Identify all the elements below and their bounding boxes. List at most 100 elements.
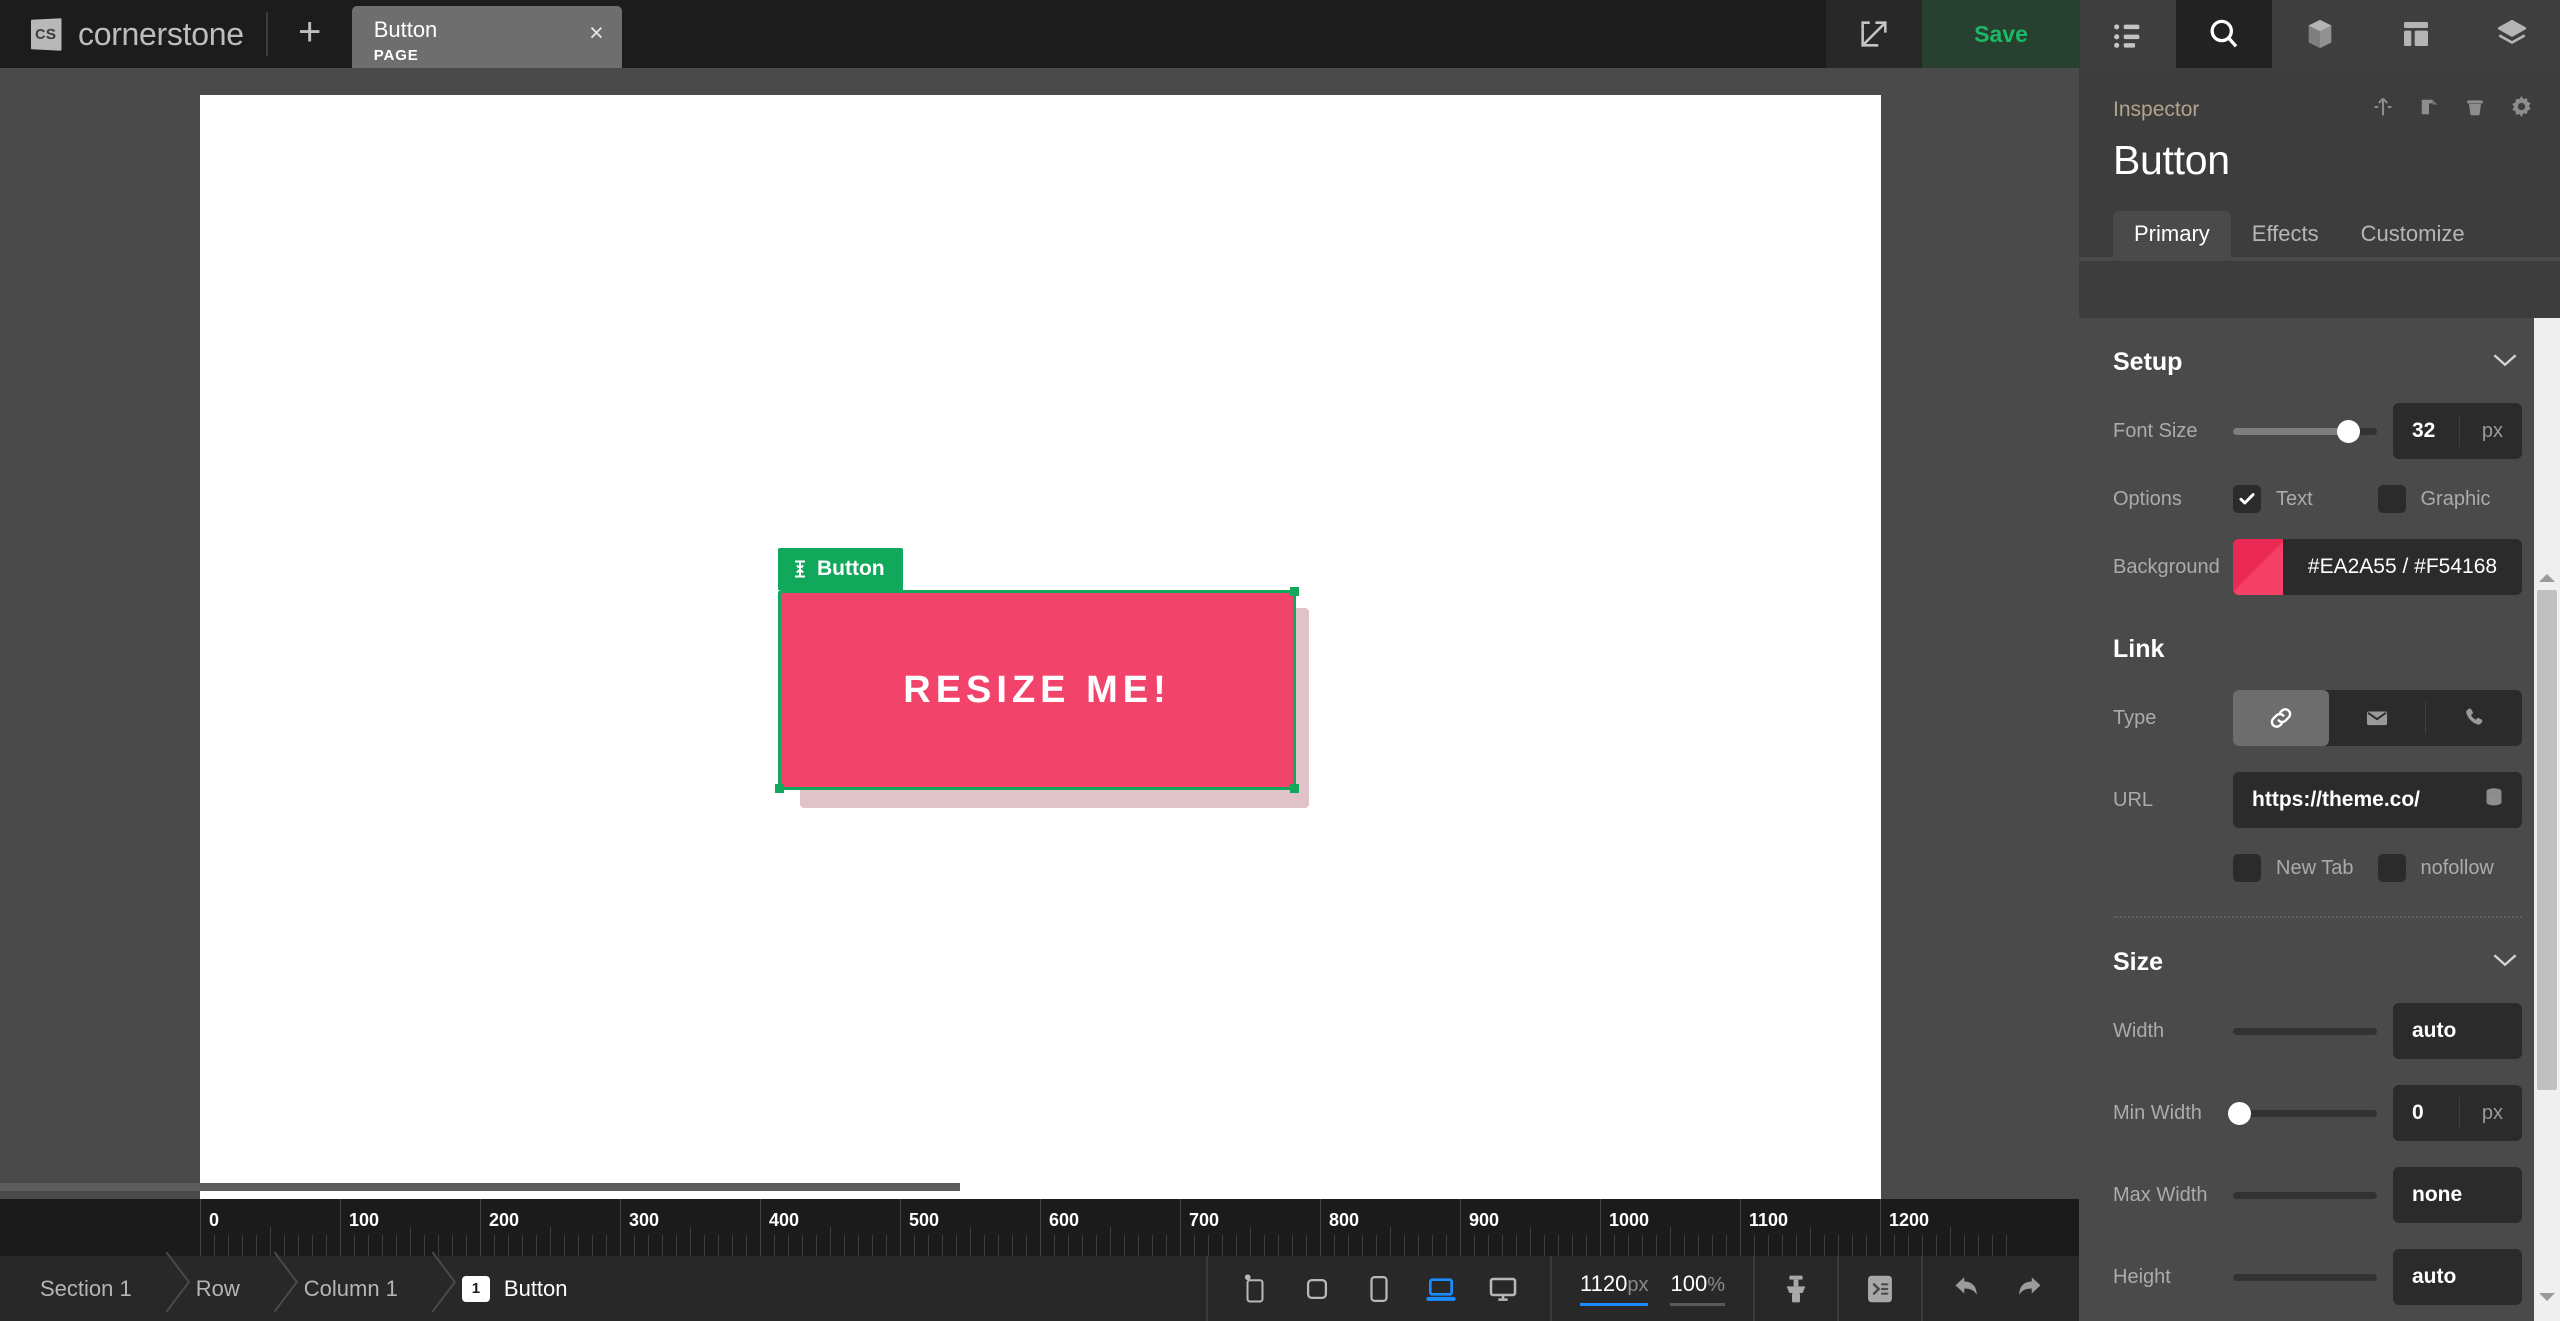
ruler-minor-tick: [312, 1235, 313, 1256]
list-icon[interactable]: [2080, 0, 2176, 68]
row-font-size: Font Size 32 px: [2113, 403, 2522, 459]
option-text-checkbox[interactable]: [2233, 485, 2261, 513]
font-size-slider[interactable]: [2233, 428, 2377, 435]
page-canvas[interactable]: Button RESIZE ME!: [200, 95, 1881, 1226]
width-field[interactable]: auto: [2393, 1003, 2522, 1059]
scroll-down-icon[interactable]: [2539, 1293, 2555, 1301]
new-tab-checkbox[interactable]: [2233, 854, 2261, 882]
height-field[interactable]: auto: [2393, 1249, 2522, 1305]
breadcrumb-item-column-1[interactable]: Column 1: [270, 1256, 428, 1321]
chevron-down-icon[interactable]: [2492, 952, 2518, 973]
device-laptop-icon[interactable]: [1416, 1256, 1466, 1321]
structure-group: [1837, 1256, 1921, 1321]
scroll-up-icon[interactable]: [2539, 574, 2555, 582]
height-label: Height: [2113, 1266, 2233, 1289]
drill-icon[interactable]: [1755, 1273, 1837, 1305]
resize-handle-bottom-left[interactable]: [775, 784, 784, 793]
section-setup-header[interactable]: Setup: [2113, 318, 2522, 377]
new-tab-button[interactable]: +: [268, 0, 352, 68]
toggle-nofollow[interactable]: nofollow: [2378, 854, 2523, 882]
min-width-slider[interactable]: [2233, 1110, 2377, 1117]
breadcrumb-label: Column 1: [304, 1276, 398, 1302]
workspace-hscrollbar[interactable]: [0, 1183, 2079, 1191]
external-link-icon[interactable]: [1826, 0, 1922, 68]
option-text[interactable]: Text: [2233, 485, 2378, 513]
max-width-field[interactable]: none: [2393, 1167, 2522, 1223]
device-tablet-icon[interactable]: [1354, 1256, 1404, 1321]
ruler-minor-tick: [606, 1235, 607, 1256]
database-icon[interactable]: [2483, 786, 2505, 815]
move-handle-icon: [792, 559, 808, 579]
font-size-slider-knob[interactable]: [2337, 420, 2360, 443]
device-desktop-icon[interactable]: [1478, 1256, 1528, 1321]
layers-icon[interactable]: [2464, 0, 2560, 68]
height-slider[interactable]: [2233, 1274, 2377, 1281]
breadcrumb-label: Button: [504, 1276, 568, 1302]
breadcrumb-item-button[interactable]: 1 Button: [428, 1256, 598, 1321]
duplicate-icon[interactable]: [2417, 95, 2441, 124]
ruler-minor-tick: [1936, 1235, 1937, 1256]
box-icon[interactable]: [2272, 0, 2368, 68]
resize-handle-bottom-right[interactable]: [1290, 784, 1299, 793]
device-mobile-icon[interactable]: [1292, 1256, 1342, 1321]
row-url: URL https://theme.co/: [2113, 772, 2522, 828]
email-icon[interactable]: [2329, 690, 2425, 746]
ruler-minor-tick: [1236, 1235, 1237, 1256]
width-slider[interactable]: [2233, 1028, 2377, 1035]
tool-group: [1753, 1256, 1837, 1321]
link-icon[interactable]: [2233, 690, 2329, 746]
breadcrumb-index-badge: 1: [462, 1276, 490, 1302]
background-color-swatch[interactable]: [2233, 539, 2283, 595]
ruler-minor-tick: [382, 1235, 383, 1256]
viewport-width-field[interactable]: 1120px: [1580, 1271, 1648, 1306]
workspace: Button RESIZE ME! 0100200300400500600700…: [0, 68, 2079, 1256]
nofollow-checkbox[interactable]: [2378, 854, 2406, 882]
zoom-field[interactable]: 100%: [1670, 1271, 1725, 1306]
section-size-header[interactable]: Size: [2113, 918, 2522, 977]
ruler-minor-tick: [1866, 1235, 1867, 1256]
breadcrumb-item-section-1[interactable]: Section 1: [0, 1256, 162, 1321]
min-width-field[interactable]: 0px: [2393, 1085, 2522, 1141]
structure-icon[interactable]: [1839, 1273, 1921, 1305]
tab-customize[interactable]: Customize: [2340, 211, 2486, 257]
toggle-new-tab[interactable]: New Tab: [2233, 854, 2378, 882]
inspector-scrollbar-thumb[interactable]: [2537, 590, 2557, 1090]
inspector-scroll-content: Setup Font Size 32 px: [2079, 318, 2560, 1321]
save-button[interactable]: Save: [1922, 0, 2080, 68]
tab-effects[interactable]: Effects: [2231, 211, 2340, 257]
option-graphic[interactable]: Graphic: [2378, 485, 2523, 513]
min-width-slider-knob[interactable]: [2228, 1102, 2251, 1125]
phone-icon[interactable]: [2426, 690, 2522, 746]
background-value[interactable]: #EA2A55 / #F54168: [2283, 539, 2522, 595]
ruler-minor-tick: [1390, 1227, 1391, 1256]
search-icon[interactable]: [2176, 0, 2272, 68]
option-graphic-checkbox[interactable]: [2378, 485, 2406, 513]
device-base-icon[interactable]: [1230, 1256, 1280, 1321]
ruler-minor-tick: [494, 1235, 495, 1256]
inspector-scrollbar[interactable]: [2534, 318, 2560, 1321]
chevron-down-icon[interactable]: [2492, 352, 2518, 373]
tab-button-page[interactable]: Button PAGE ×: [352, 6, 622, 68]
ruler-minor-tick: [1068, 1235, 1069, 1256]
element-badge[interactable]: Button: [778, 548, 903, 590]
move-icon[interactable]: [2371, 95, 2395, 124]
workspace-hscrollbar-thumb[interactable]: [0, 1183, 960, 1191]
tab-primary[interactable]: Primary: [2113, 211, 2231, 257]
breadcrumb-item-row[interactable]: Row: [162, 1256, 270, 1321]
row-options: Options Text Graphic: [2113, 485, 2522, 513]
undo-icon[interactable]: [1953, 1273, 1983, 1304]
resize-me-button[interactable]: RESIZE ME!: [778, 590, 1296, 790]
font-size-field[interactable]: 32 px: [2393, 403, 2522, 459]
url-input[interactable]: https://theme.co/: [2233, 772, 2522, 828]
breadcrumb: Section 1Row Column 1 1 Button: [0, 1256, 598, 1321]
row-link-toggles: New Tab nofollow: [2113, 854, 2522, 882]
trash-icon[interactable]: [2463, 95, 2487, 124]
gear-icon[interactable]: [2509, 94, 2534, 124]
max-width-slider[interactable]: [2233, 1192, 2377, 1199]
page-title: Button: [2113, 137, 2526, 184]
ruler-minor-tick: [1754, 1235, 1755, 1256]
redo-icon[interactable]: [2013, 1273, 2043, 1304]
close-icon[interactable]: ×: [589, 21, 604, 46]
layout-icon[interactable]: [2368, 0, 2464, 68]
resize-handle-top-right[interactable]: [1290, 587, 1299, 596]
